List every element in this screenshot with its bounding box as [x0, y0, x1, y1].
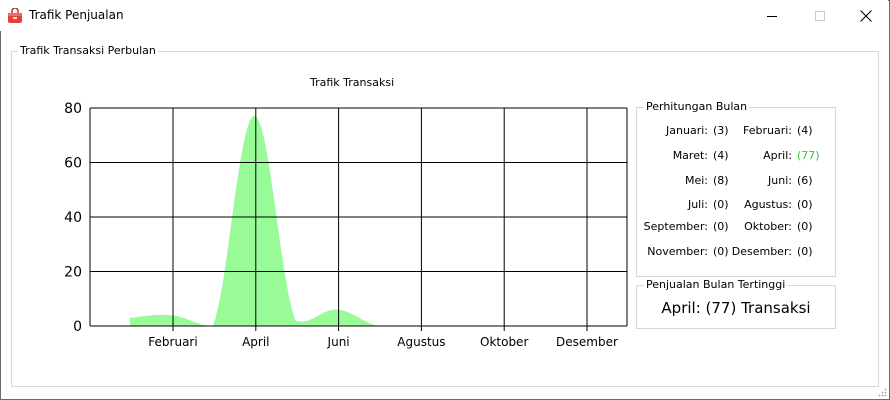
- x-tick-label: Oktober: [480, 335, 528, 349]
- y-tick-label: 40: [64, 210, 82, 226]
- month-count-title: Perhitungan Bulan: [644, 100, 750, 113]
- month-label: Juni:: [768, 174, 792, 187]
- month-label: Oktober:: [744, 220, 792, 233]
- maximize-button[interactable]: [797, 0, 843, 31]
- x-tick-label: Agustus: [397, 335, 445, 349]
- top-month-value: April: (77) Transaksi: [661, 299, 811, 317]
- month-count-value: (6): [797, 174, 813, 187]
- month-label: Desember:: [731, 245, 792, 258]
- y-tick-label: 0: [73, 319, 82, 335]
- series-area: [130, 116, 586, 326]
- month-label: Februari:: [743, 124, 792, 137]
- month-count-value: (4): [713, 149, 729, 162]
- month-label: September:: [643, 220, 708, 233]
- month-count-value: (4): [797, 124, 813, 137]
- month-label: November:: [647, 245, 708, 258]
- month-label: Maret:: [672, 149, 708, 162]
- top-month-title: Penjualan Bulan Tertinggi: [644, 278, 788, 291]
- x-tick-label: Februari: [148, 335, 197, 349]
- month-count-value: (77): [797, 149, 820, 162]
- month-label: Juli:: [687, 198, 708, 211]
- maximize-icon: [815, 10, 825, 21]
- month-count-value: (0): [797, 198, 813, 211]
- month-label: Agustus:: [744, 198, 792, 211]
- x-tick-label: April: [242, 335, 269, 349]
- month-count-value: (0): [713, 245, 729, 258]
- close-icon: [860, 9, 872, 22]
- month-label: Januari:: [666, 124, 708, 137]
- y-tick-label: 20: [64, 265, 82, 281]
- x-tick-label: Desember: [556, 335, 618, 349]
- month-count-value: (0): [797, 220, 813, 233]
- y-tick-label: 60: [64, 156, 82, 172]
- minimize-button[interactable]: [749, 0, 795, 31]
- month-count-value: (3): [713, 124, 729, 137]
- month-count-value: (0): [713, 198, 729, 211]
- y-tick-label: 80: [64, 101, 82, 117]
- month-count-value: (8): [713, 174, 729, 187]
- minimize-icon: [767, 15, 777, 17]
- close-button[interactable]: [843, 0, 889, 31]
- month-count-value: (0): [797, 245, 813, 258]
- resize-grip-icon[interactable]: [877, 387, 887, 397]
- transaction-chart: 0 20 40 60 80 Februari April Juni Agustus Oktober…: [64, 101, 628, 349]
- month-label: Mei:: [684, 174, 708, 187]
- month-label: April:: [763, 149, 792, 162]
- month-count-value: (0): [713, 220, 729, 233]
- x-tick-label: Juni: [327, 335, 350, 349]
